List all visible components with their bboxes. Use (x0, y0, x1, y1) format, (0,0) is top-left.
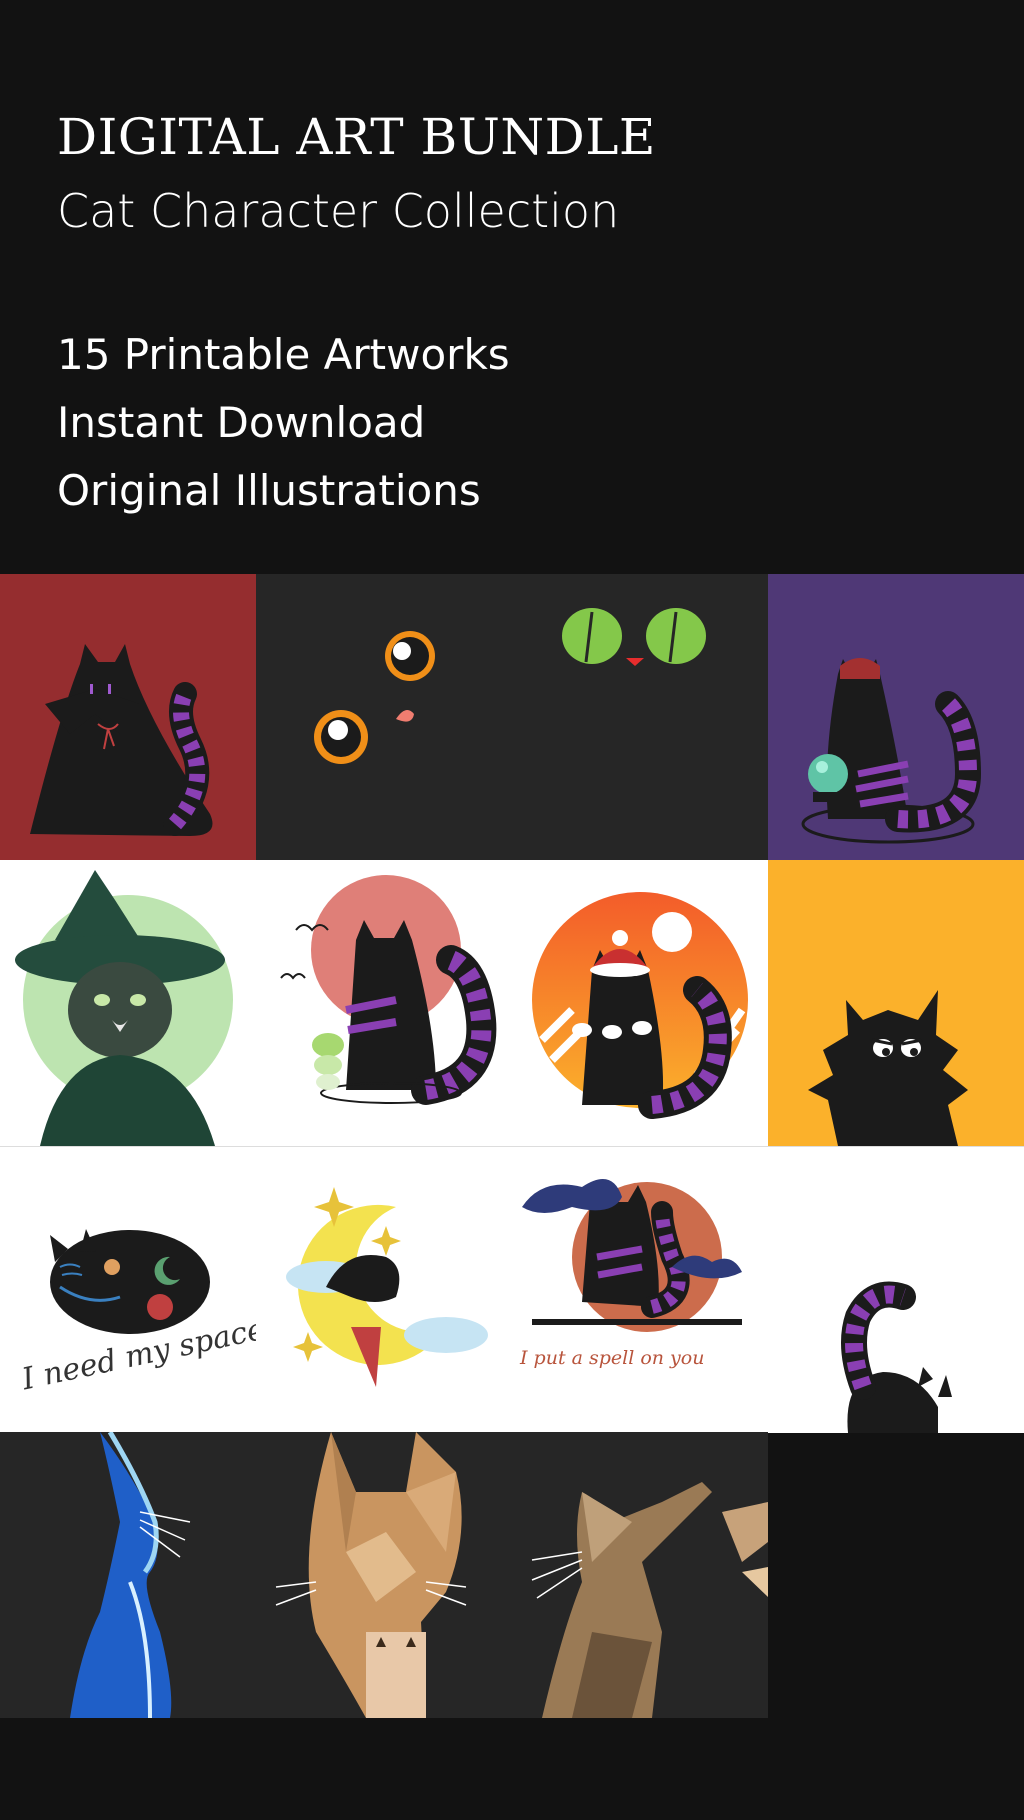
header: DIGITAL ART BUNDLE Cat Character Collect… (0, 0, 1024, 574)
artwork-lowpoly-cat-two (512, 1432, 768, 1718)
feature-original: Original Illustrations (57, 466, 481, 515)
artwork-spell-cat: I put a spell on you (512, 1146, 768, 1433)
artwork-space-cat: I need my space (0, 1146, 256, 1433)
feature-printable: 15 Printable Artworks (57, 330, 510, 379)
page-title: DIGITAL ART BUNDLE (57, 108, 656, 166)
artwork-lowpoly-cat (256, 1432, 512, 1718)
artwork-grid: I need my space I put a spell on you (0, 574, 1024, 1718)
artwork-moon-cat (256, 1146, 512, 1433)
artwork-potion-cat (256, 860, 512, 1146)
artwork-cat-eyes (256, 574, 768, 860)
page-subtitle: Cat Character Collection (57, 184, 620, 238)
artwork-blue-cat (0, 1432, 256, 1718)
artwork-tail-cat (768, 1146, 1024, 1433)
artwork-witch-hat-cat (0, 860, 256, 1146)
footer-band (0, 1718, 1024, 1820)
artwork-vampire-cat (0, 574, 256, 860)
feature-download: Instant Download (57, 398, 426, 447)
artwork-sunset-cat (512, 860, 768, 1146)
artwork-grumpy-cat (768, 860, 1024, 1146)
spell-text: I put a spell on you (520, 1347, 705, 1369)
artwork-fortune-teller-cat (768, 574, 1024, 860)
